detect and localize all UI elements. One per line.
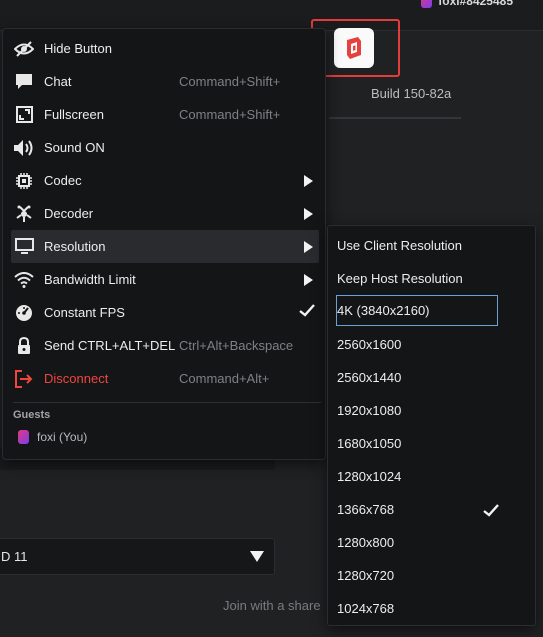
resolution-option[interactable]: 1680x1050	[336, 427, 504, 460]
submenu-arrow-icon	[304, 174, 313, 187]
menu-item-codec[interactable]: Codec	[11, 164, 319, 197]
resolution-option[interactable]: Keep Host Resolution	[336, 262, 504, 295]
context-menu: Hide Button Chat Command+Shift+ Fullscre…	[2, 28, 326, 460]
menu-item-shortcut: Ctrl+Alt+Backspace	[179, 338, 294, 353]
menu-item-shortcut: Command+Shift+	[179, 74, 281, 89]
join-hint: Join with a share	[223, 598, 321, 613]
menu-item-label: Constant FPS	[44, 305, 125, 320]
resolution-option[interactable]: Use Client Resolution	[336, 229, 504, 262]
gauge-icon	[13, 302, 35, 324]
resolution-option-selected[interactable]: 1366x768	[336, 493, 504, 526]
resolution-submenu: Use Client Resolution Keep Host Resoluti…	[327, 225, 536, 626]
menu-item-bandwidth-limit[interactable]: Bandwidth Limit	[11, 263, 319, 296]
select-value: D 11	[1, 549, 28, 564]
build-label: Build 150-82a	[371, 86, 452, 101]
monitor-icon	[13, 236, 35, 258]
guest-avatar-icon	[18, 430, 29, 444]
resolution-option[interactable]: 1920x1080	[336, 394, 504, 427]
menu-item-chat[interactable]: Chat Command+Shift+	[11, 65, 319, 98]
menu-item-label: Chat	[44, 74, 72, 89]
chat-bubble-icon	[13, 71, 35, 93]
submenu-arrow-icon	[304, 240, 313, 253]
user-label: foxi#8425485	[438, 0, 513, 8]
resolution-option[interactable]: 1280x800	[336, 526, 504, 559]
menu-divider	[13, 402, 321, 403]
submenu-arrow-icon	[304, 273, 313, 286]
menu-item-disconnect[interactable]: Disconnect Command+Alt+	[11, 362, 319, 395]
decoder-icon	[13, 203, 35, 225]
speaker-icon	[13, 137, 35, 159]
resolution-option[interactable]: 2560x1440	[336, 361, 504, 394]
menu-item-label: Sound ON	[44, 140, 105, 155]
menu-item-shortcut: Command+Alt+	[179, 371, 270, 386]
resolution-option-focused[interactable]: 4K (3840x2160)	[336, 295, 498, 326]
menu-item-label: Send CTRL+ALT+DEL	[44, 338, 176, 353]
disconnect-icon	[13, 368, 35, 390]
guest-name: foxi (You)	[37, 430, 88, 444]
brand-logo-icon	[421, 0, 433, 8]
menu-item-hide-button[interactable]: Hide Button	[11, 32, 319, 65]
submenu-arrow-icon	[304, 207, 313, 220]
menu-item-label: Decoder	[44, 206, 94, 221]
menu-item-label: Resolution	[44, 239, 106, 254]
scrollbar[interactable]	[528, 230, 533, 620]
background-select[interactable]: D 11	[0, 538, 275, 575]
resolution-option[interactable]: 1280x1024	[336, 460, 504, 493]
app-icon[interactable]	[334, 28, 374, 68]
checkmark-icon	[483, 504, 499, 522]
menu-item-label: Codec	[44, 173, 82, 188]
menu-item-label: Disconnect	[44, 371, 109, 386]
divider	[329, 117, 461, 119]
parsec-logo-icon	[347, 37, 361, 59]
menu-item-label: Fullscreen	[44, 107, 104, 122]
lock-icon	[13, 335, 35, 357]
chip-icon	[13, 170, 35, 192]
resolution-option[interactable]: 2560x1600	[336, 328, 504, 361]
menu-item-decoder[interactable]: Decoder	[11, 197, 319, 230]
eye-slash-icon	[13, 38, 35, 60]
user-chip[interactable]: foxi#8425485	[421, 0, 513, 8]
menu-item-sound[interactable]: Sound ON	[11, 131, 319, 164]
menu-item-resolution[interactable]: Resolution	[11, 230, 319, 263]
guest-item[interactable]: foxi (You)	[18, 430, 87, 444]
resolution-option[interactable]: 1024x768	[336, 592, 504, 625]
wifi-icon	[13, 269, 35, 291]
menu-item-shortcut: Command+Shift+	[179, 107, 281, 122]
resolution-option[interactable]: 1280x720	[336, 559, 504, 592]
caret-down-icon	[250, 551, 264, 562]
fullscreen-icon	[13, 104, 35, 126]
menu-item-label: Bandwidth Limit	[44, 272, 136, 287]
menu-item-fullscreen[interactable]: Fullscreen Command+Shift+	[11, 98, 319, 131]
menu-item-constant-fps[interactable]: Constant FPS	[11, 296, 319, 329]
menu-item-label: Hide Button	[44, 41, 112, 56]
guests-heading: Guests	[13, 409, 51, 421]
menu-item-send-ctrl-alt-del[interactable]: Send CTRL+ALT+DEL Ctrl+Alt+Backspace	[11, 329, 319, 362]
checkmark-icon	[299, 304, 315, 320]
